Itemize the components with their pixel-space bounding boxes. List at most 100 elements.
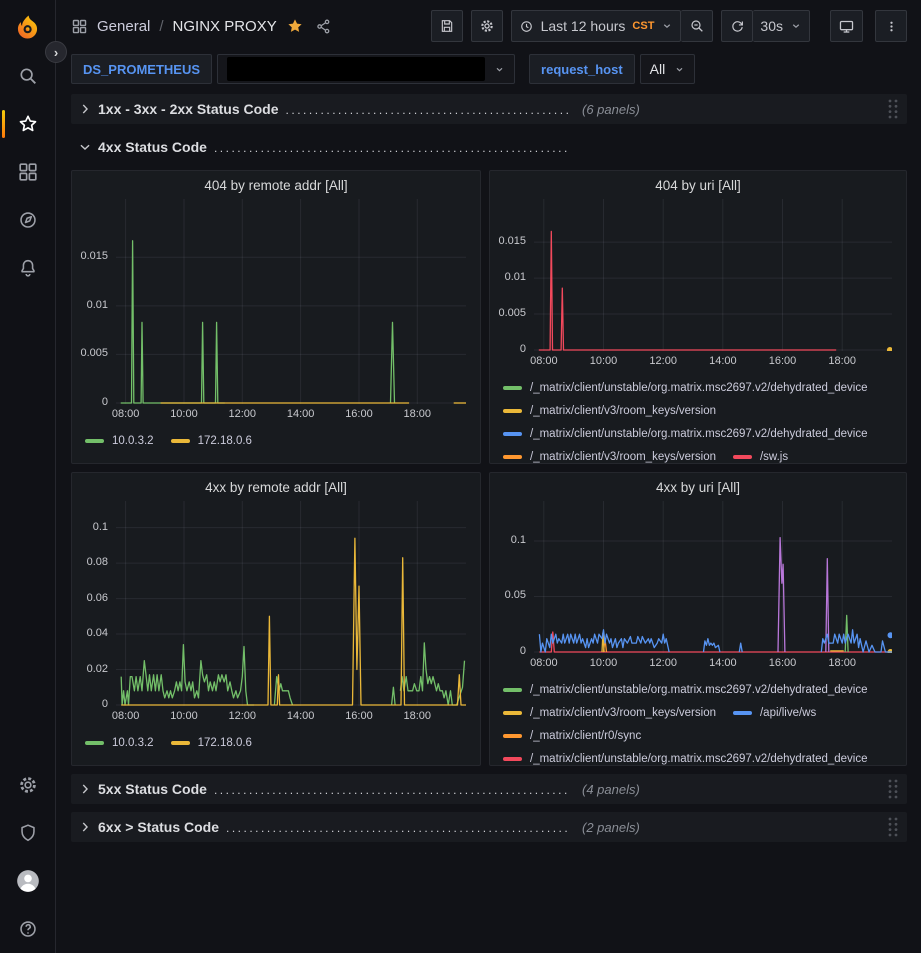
variables-bar: DS_PROMETHEUS request_host All: [57, 52, 921, 94]
dashboard-menu-button[interactable]: [875, 10, 907, 42]
legend-item[interactable]: /_matrix/client/v3/room_keys/version: [503, 399, 716, 422]
x-tick-label: 14:00: [279, 408, 323, 420]
legend-item[interactable]: /_matrix/client/unstable/org.matrix.msc2…: [503, 747, 868, 766]
sidebar-item-dashboards[interactable]: [0, 148, 56, 196]
legend-item[interactable]: /sw.js: [733, 445, 788, 464]
save-icon: [439, 18, 455, 34]
dashboard-settings-button[interactable]: [471, 10, 503, 42]
legend-item[interactable]: /_matrix/client/unstable/org.matrix.msc2…: [503, 678, 868, 701]
panel-404-by-remote-addr: 404 by remote addr [All] 00.0050.010.015…: [71, 170, 481, 464]
row-6xx-status-code[interactable]: 6xx > Status Code ......................…: [71, 812, 907, 842]
drag-handle-icon[interactable]: [886, 778, 900, 800]
variable-selected-value: All: [650, 61, 666, 77]
y-tick-label: 0.1: [511, 534, 526, 546]
row-4xx-status-code[interactable]: 4xx Status Code ........................…: [71, 132, 907, 162]
chart-canvas[interactable]: [116, 501, 466, 706]
row-5xx-status-code[interactable]: 5xx Status Code ........................…: [71, 774, 907, 804]
breadcrumb-separator: /: [159, 18, 163, 35]
share-icon[interactable]: [315, 18, 332, 35]
sidebar-item-configuration[interactable]: [0, 761, 56, 809]
chart-canvas[interactable]: [534, 501, 892, 653]
drag-handle-icon[interactable]: [886, 98, 900, 120]
x-tick-label: 16:00: [337, 408, 381, 420]
variable-value-request-host[interactable]: All: [640, 54, 696, 84]
x-tick-label: 14:00: [701, 355, 745, 367]
bell-icon: [17, 257, 39, 279]
sidebar-expand-button[interactable]: ›: [45, 41, 67, 63]
sidebar: [0, 0, 56, 953]
legend-label: /_matrix/client/v3/room_keys/version: [530, 451, 716, 463]
variable-label-request-host[interactable]: request_host: [529, 54, 635, 84]
chevron-down-icon: [790, 20, 802, 32]
x-tick-label: 14:00: [279, 710, 323, 722]
y-tick-label: 0.1: [93, 521, 108, 533]
kiosk-mode-button[interactable]: [830, 10, 863, 42]
sidebar-item-alerting[interactable]: [0, 244, 56, 292]
time-controls: Last 12 hours CST: [511, 10, 714, 42]
chart-plot-area[interactable]: [534, 501, 892, 653]
chart-plot-area[interactable]: [116, 199, 466, 404]
row-1xx-3xx-2xx-status-code[interactable]: 1xx - 3xx - 2xx Status Code ............…: [71, 94, 907, 124]
chart-canvas[interactable]: [534, 199, 892, 351]
refresh-icon: [730, 19, 745, 34]
zoom-out-button[interactable]: [681, 10, 713, 42]
legend-item[interactable]: /_matrix/client/unstable/org.matrix.msc2…: [503, 376, 868, 399]
row-title: 1xx - 3xx - 2xx Status Code: [98, 101, 279, 117]
variable-value-ds-prometheus[interactable]: [217, 54, 515, 84]
x-tick-label: 18:00: [820, 657, 864, 669]
y-tick-label: 0.005: [498, 307, 526, 319]
x-tick-label: 10:00: [162, 710, 206, 722]
legend-item[interactable]: 10.0.3.2: [85, 731, 154, 754]
y-tick-label: 0.01: [505, 271, 526, 283]
legend-item[interactable]: 172.18.0.6: [171, 429, 252, 452]
legend-label: /_matrix/client/unstable/org.matrix.msc2…: [530, 753, 868, 765]
legend-swatch: [503, 711, 522, 715]
time-range-picker[interactable]: Last 12 hours CST: [511, 10, 682, 42]
panel-title[interactable]: 4xx by remote addr [All]: [72, 473, 480, 501]
legend-label: /sw.js: [760, 451, 788, 463]
x-tick-label: 10:00: [582, 657, 626, 669]
legend-item[interactable]: /_matrix/client/v3/room_keys/version: [503, 701, 716, 724]
sidebar-item-server-admin[interactable]: [0, 809, 56, 857]
y-axis: 00.0050.010.015: [72, 199, 116, 404]
sidebar-item-profile[interactable]: [0, 857, 56, 905]
x-tick-label: 08:00: [104, 408, 148, 420]
x-tick-label: 12:00: [641, 657, 685, 669]
legend-item[interactable]: /_matrix/client/r0/sync: [503, 724, 641, 747]
chart-plot-area[interactable]: [116, 501, 466, 706]
variable-label-ds-prometheus[interactable]: DS_PROMETHEUS: [71, 54, 212, 84]
drag-handle-icon[interactable]: [886, 816, 900, 838]
panel-title[interactable]: 404 by remote addr [All]: [72, 171, 480, 199]
legend-item[interactable]: 172.18.0.6: [171, 731, 252, 754]
chart-canvas[interactable]: [116, 199, 466, 404]
legend-item[interactable]: /api/live/ws: [733, 701, 816, 724]
legend-label: 172.18.0.6: [198, 737, 252, 749]
save-dashboard-button[interactable]: [431, 10, 463, 42]
y-tick-label: 0.08: [87, 556, 108, 568]
sidebar-item-explore[interactable]: [0, 196, 56, 244]
legend-item[interactable]: 10.0.3.2: [85, 429, 154, 452]
chevron-down-icon: [661, 20, 673, 32]
legend-swatch: [503, 734, 522, 738]
chevron-right-icon: [78, 782, 98, 796]
legend-swatch: [171, 439, 190, 443]
chart-plot-area[interactable]: [534, 199, 892, 351]
breadcrumb-section[interactable]: General: [97, 18, 150, 35]
chart-legend: /_matrix/client/unstable/org.matrix.msc2…: [490, 371, 906, 464]
panel-4xx-by-uri: 4xx by uri [All] 00.050.1 08:0010:0012:0…: [489, 472, 907, 766]
legend-item[interactable]: /_matrix/client/unstable/org.matrix.msc2…: [503, 422, 868, 445]
x-tick-label: 18:00: [395, 710, 439, 722]
panel-title[interactable]: 4xx by uri [All]: [490, 473, 906, 501]
chevron-right-icon: [78, 820, 98, 834]
chart-legend: 10.0.3.2 172.18.0.6: [72, 424, 480, 452]
panel-title[interactable]: 404 by uri [All]: [490, 171, 906, 199]
sidebar-item-help[interactable]: [0, 905, 56, 953]
star-icon[interactable]: [286, 17, 304, 35]
refresh-button[interactable]: [721, 10, 753, 42]
legend-swatch: [503, 757, 522, 761]
x-tick-label: 16:00: [337, 710, 381, 722]
refresh-interval-picker[interactable]: 30s: [753, 10, 810, 42]
sidebar-item-starred[interactable]: [0, 100, 56, 148]
legend-item[interactable]: /_matrix/client/v3/room_keys/version: [503, 445, 716, 464]
page-title[interactable]: NGINX PROXY: [173, 18, 277, 35]
